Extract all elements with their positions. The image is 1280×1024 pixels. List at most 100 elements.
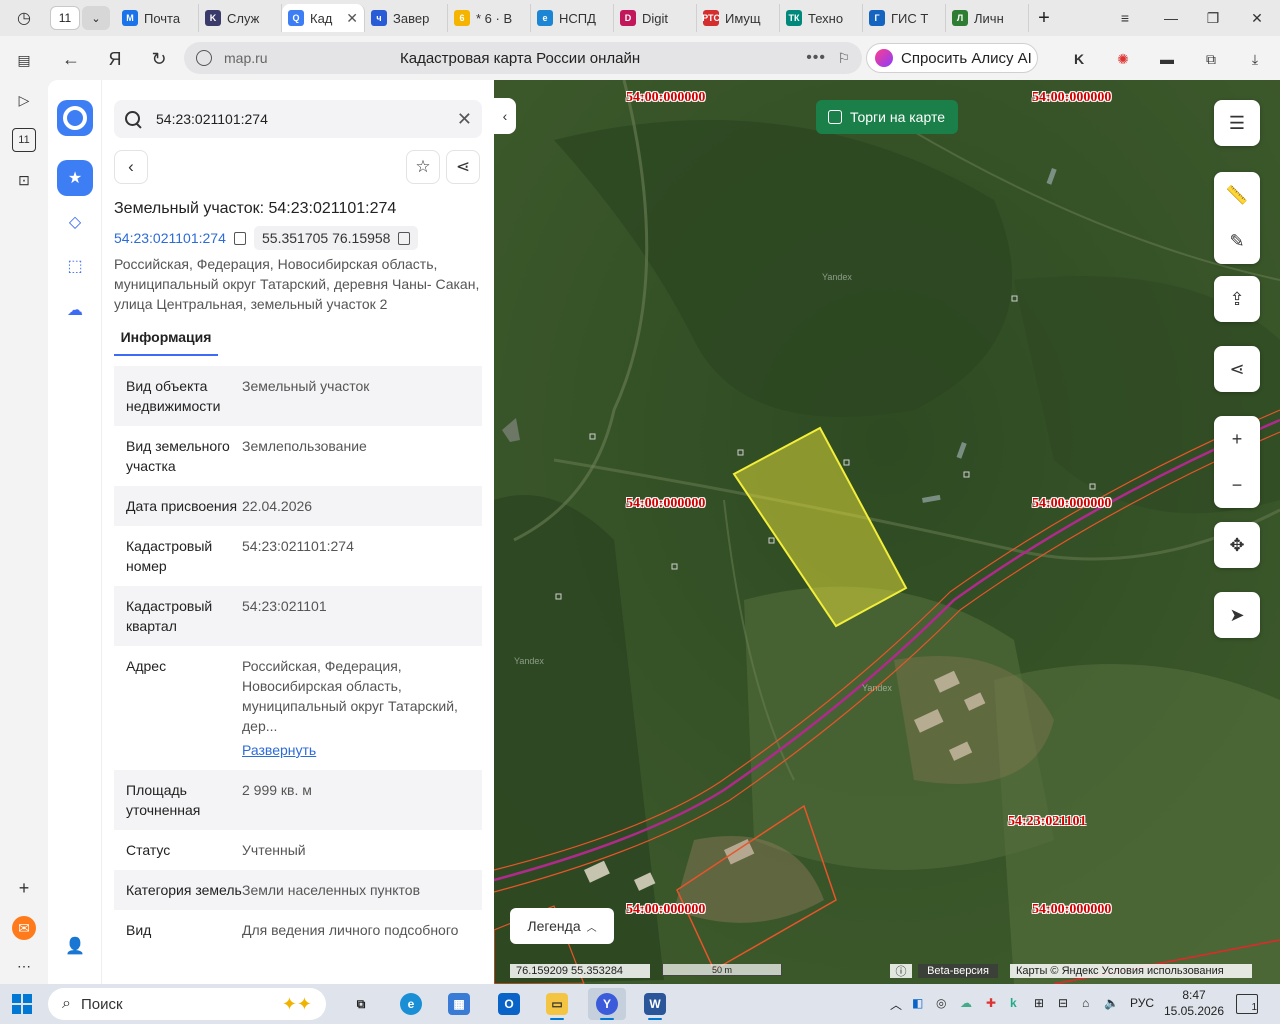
clear-search-icon[interactable]: ✕ (457, 109, 472, 130)
browser-tab[interactable]: Q Кад ✕ (282, 4, 365, 32)
expand-address-link[interactable]: Развернуть (242, 740, 470, 760)
cadastral-area-label[interactable]: 54:00:000000 (1032, 496, 1111, 512)
edge-icon[interactable]: e (392, 988, 430, 1020)
collections-icon[interactable]: ▤ (12, 48, 36, 72)
ask-alice-button[interactable]: Спросить Алису AI (866, 43, 1038, 73)
extension-k-icon[interactable]: K (1068, 48, 1090, 70)
layers-icon[interactable]: ☰ (1214, 100, 1260, 146)
back-button[interactable]: ‹ (114, 150, 148, 184)
calendar-icon[interactable]: 11 (12, 128, 36, 152)
site-info-icon[interactable] (196, 50, 212, 66)
outlook-icon[interactable]: O (490, 988, 528, 1020)
tray-app-icon[interactable]: k (1010, 996, 1017, 1010)
map-view[interactable]: Yandex Yandex Yandex 54:00:000000 54:00:… (494, 80, 1280, 984)
store-icon[interactable]: ▦ (440, 988, 478, 1020)
clock[interactable]: 8:47 15.05.2026 (1160, 987, 1228, 1019)
map-attribution[interactable]: Карты © Яндекс Условия использования (1010, 964, 1252, 978)
browser-tab[interactable]: D Digit (614, 4, 697, 32)
collapse-panel-button[interactable]: ‹ (494, 98, 516, 134)
share-icon[interactable]: ⋖ (446, 150, 480, 184)
ruler-icon[interactable]: 📏 (1214, 172, 1260, 218)
reload-icon[interactable]: ↻ (144, 44, 174, 74)
cloud-icon[interactable]: ☁ (57, 292, 93, 328)
extension-puzzle-icon[interactable]: ⧉ (1200, 48, 1222, 70)
layers-control[interactable]: ☰ (1214, 100, 1260, 146)
browser-tab[interactable]: ТК Техно (780, 4, 863, 32)
upload-control[interactable]: ⇪ (1214, 276, 1260, 322)
new-tab-button[interactable]: + (1032, 6, 1056, 30)
browser-tab[interactable]: Л Личн (946, 4, 1029, 32)
browser-tab[interactable]: K Служ (199, 4, 282, 32)
favorites-star-icon[interactable]: ★ (57, 160, 93, 196)
info-icon[interactable]: ⓘ (890, 964, 912, 978)
yandex-icon[interactable]: Я (100, 44, 130, 74)
language-indicator[interactable]: РУС (1130, 996, 1154, 1010)
menu-icon[interactable]: ≡ (1102, 0, 1148, 36)
zoom-in-button[interactable]: + (1214, 416, 1260, 462)
cadastral-area-label[interactable]: 54:00:000000 (626, 902, 705, 918)
volume-icon[interactable]: 🔈 (1104, 996, 1119, 1010)
taskbar-search[interactable]: ⌕ Поиск ✦✦ (48, 988, 326, 1020)
add-panel-icon[interactable]: + (12, 876, 36, 900)
geolocation-control[interactable]: ➤ (1214, 592, 1260, 638)
selection-area-icon[interactable]: ⬚ (57, 248, 93, 284)
restore-button[interactable]: ❐ (1190, 0, 1236, 36)
extension-disk-icon[interactable]: ▬ (1156, 48, 1178, 70)
cadastral-area-label[interactable]: 54:00:000000 (1032, 90, 1111, 106)
browser-tab[interactable]: РТС Имущ (697, 4, 780, 32)
browser-tab[interactable]: ч Завер (365, 4, 448, 32)
legend-button[interactable]: Легенда ︿ (510, 908, 614, 944)
minimize-button[interactable]: — (1148, 0, 1194, 36)
edit-icon[interactable]: ✎ (1214, 218, 1260, 264)
browser-tab[interactable]: Г ГИС Т (863, 4, 946, 32)
search-input[interactable] (156, 111, 446, 127)
auctions-checkbox[interactable] (828, 110, 842, 124)
zoom-out-button[interactable]: − (1214, 462, 1260, 508)
cadastral-area-label[interactable]: 54:00:000000 (1032, 902, 1111, 918)
cadastral-quarter-label[interactable]: 54:23:021101 (1008, 814, 1087, 830)
copy-icon[interactable] (233, 231, 246, 245)
word-icon[interactable]: W (636, 988, 674, 1020)
tray-app-icon[interactable]: ✚ (986, 996, 996, 1010)
history-clock-icon[interactable]: ◷ (0, 0, 48, 36)
favorite-star-icon[interactable]: ☆ (406, 150, 440, 184)
user-profile-icon[interactable]: 👤 (57, 928, 93, 964)
cadastral-number-text[interactable]: 54:23:021101:274 (114, 230, 226, 246)
bookmark-icon[interactable]: ⚐ (837, 50, 850, 67)
browser-tab[interactable]: 6 * 6 · В (448, 4, 531, 32)
move-icon[interactable]: ✥ (1214, 522, 1260, 568)
pan-control[interactable]: ✥ (1214, 522, 1260, 568)
share-icon[interactable]: ⋖ (1214, 346, 1260, 392)
auctions-toggle[interactable]: Торги на карте (816, 100, 958, 134)
tray-app-icon[interactable]: ◎ (936, 996, 946, 1010)
address-bar[interactable]: map.ru Кадастровая карта России онлайн •… (184, 42, 862, 74)
notifications-icon[interactable]: 1 (1236, 994, 1258, 1014)
tray-app-icon[interactable]: ⊞ (1034, 996, 1044, 1010)
cloud-upload-icon[interactable]: ⇪ (1214, 276, 1260, 322)
close-window-button[interactable]: ✕ (1234, 0, 1280, 36)
chevron-down-icon[interactable]: ⌄ (82, 6, 110, 30)
tab-counter[interactable]: 11 (50, 6, 80, 30)
extension-badge-icon[interactable]: ✺ (1112, 48, 1134, 70)
cadastral-area-label[interactable]: 54:00:000000 (626, 496, 705, 512)
close-tab-icon[interactable]: ✕ (346, 10, 358, 27)
more-icon[interactable]: ••• (806, 49, 826, 67)
tab-information[interactable]: Информация (114, 320, 218, 356)
tray-app-icon[interactable]: ◧ (912, 996, 923, 1010)
downloads-icon[interactable]: ⤓ (1244, 48, 1266, 70)
share-control[interactable]: ⋖ (1214, 346, 1260, 392)
browser-tab[interactable]: e НСПД (531, 4, 614, 32)
coordinates-chip[interactable]: 55.351705 76.15958 (254, 226, 419, 250)
more-dots-icon[interactable]: ⋯ (12, 954, 36, 978)
task-view-icon[interactable]: ⧉ (342, 988, 380, 1020)
cadastral-area-label[interactable]: 54:00:000000 (626, 90, 705, 106)
tray-app-icon[interactable]: ⊟ (1058, 996, 1068, 1010)
start-button[interactable] (12, 994, 32, 1014)
cadastral-number-link[interactable]: 54:23:021101:274 (114, 230, 246, 246)
app-logo[interactable] (57, 100, 93, 136)
file-explorer-icon[interactable]: ▭ (538, 988, 576, 1020)
satellite-map[interactable] (494, 80, 1280, 984)
show-hidden-icons[interactable]: ︿ (890, 996, 902, 1013)
tray-app-icon[interactable]: ☁ (960, 996, 972, 1010)
mail-icon[interactable]: ✉ (12, 916, 36, 940)
